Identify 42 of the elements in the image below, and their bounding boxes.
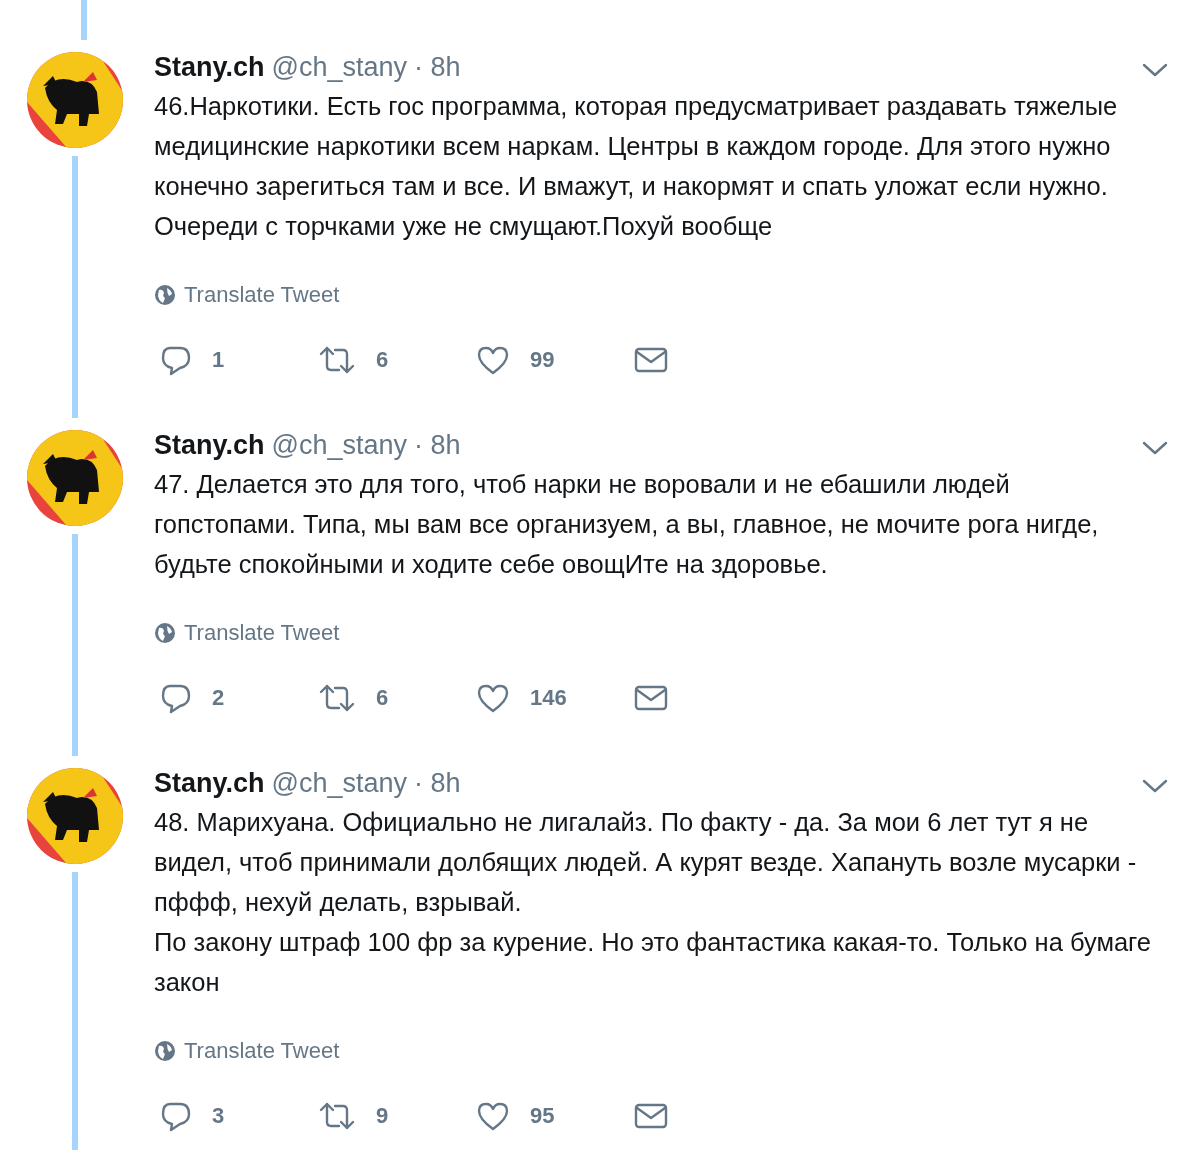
reply-count: 1 bbox=[212, 347, 225, 373]
chevron-down-icon[interactable] bbox=[1142, 778, 1168, 794]
retweet-icon[interactable] bbox=[318, 1100, 356, 1132]
user-name[interactable]: Stany.ch bbox=[154, 50, 265, 84]
retweet-icon[interactable] bbox=[318, 682, 356, 714]
timestamp[interactable]: · 8h bbox=[414, 50, 461, 84]
reply-icon[interactable] bbox=[160, 1100, 192, 1132]
user-handle: @ch_stany bbox=[271, 767, 407, 800]
tweet-text: 46.Наркотики. Есть гос программа, которая предусматривает раздавать тяжелые медицинские наркотики всем наркам. Центры в каждом городе. Для этого нужно конечно зарегиться там и все. И вмажут, и накормят и спать уложат если нужно. Очереди с торчками уже не смущают.Похуй вообще bbox=[154, 91, 1119, 242]
envelope-icon[interactable] bbox=[634, 1102, 668, 1130]
envelope-icon[interactable] bbox=[634, 346, 668, 374]
heart-icon[interactable] bbox=[476, 1100, 510, 1132]
translate-link[interactable]: Translate Tweet bbox=[184, 1036, 340, 1066]
globe-icon bbox=[154, 622, 176, 644]
translate-link[interactable]: Translate Tweet bbox=[184, 280, 340, 310]
reply-icon[interactable] bbox=[160, 344, 192, 376]
tweet-text: 48. Марихуана. Официально не лигалайз. По факту - да. За мои 6 лет тут я не видел, чтоб принимали долбящих людей. А курят везде. Хапануть возле мусарки - пффф, нехуй делать, взрывай. По закону штраф 100 фр за курение. Но это фантастика какая-то. Только на бумаге закон bbox=[154, 807, 1153, 998]
user-handle: @ch_stany bbox=[271, 429, 407, 462]
retweet-count: 9 bbox=[376, 1103, 389, 1129]
timestamp[interactable]: · 8h bbox=[414, 428, 461, 462]
like-count: 95 bbox=[530, 1103, 555, 1129]
globe-icon bbox=[154, 1040, 176, 1062]
timestamp[interactable]: · 8h bbox=[414, 766, 461, 800]
reply-count: 2 bbox=[212, 685, 225, 711]
user-handle: @ch_stany bbox=[271, 51, 407, 84]
reply-icon[interactable] bbox=[160, 682, 192, 714]
globe-icon bbox=[154, 284, 176, 306]
tweet-text: 47. Делается это для того, чтоб нарки не воровали и не ебашили людей гопстопами. Типа, мы вам все организуем, а вы, главное, не мочите рога нигде, будьте спокойными и ходите себе овощИте на здоровье. bbox=[154, 469, 1100, 580]
translate-link[interactable]: Translate Tweet bbox=[184, 618, 340, 648]
chevron-down-icon[interactable] bbox=[1142, 62, 1168, 78]
user-name[interactable]: Stany.ch bbox=[154, 428, 265, 462]
heart-icon[interactable] bbox=[476, 682, 510, 714]
like-count: 99 bbox=[530, 347, 555, 373]
retweet-count: 6 bbox=[376, 685, 389, 711]
retweet-icon[interactable] bbox=[318, 344, 356, 376]
reply-count: 3 bbox=[212, 1103, 225, 1129]
like-count: 146 bbox=[530, 685, 567, 711]
retweet-count: 6 bbox=[376, 347, 389, 373]
heart-icon[interactable] bbox=[476, 344, 510, 376]
chevron-down-icon[interactable] bbox=[1142, 440, 1168, 456]
user-name[interactable]: Stany.ch bbox=[154, 766, 265, 800]
envelope-icon[interactable] bbox=[634, 684, 668, 712]
